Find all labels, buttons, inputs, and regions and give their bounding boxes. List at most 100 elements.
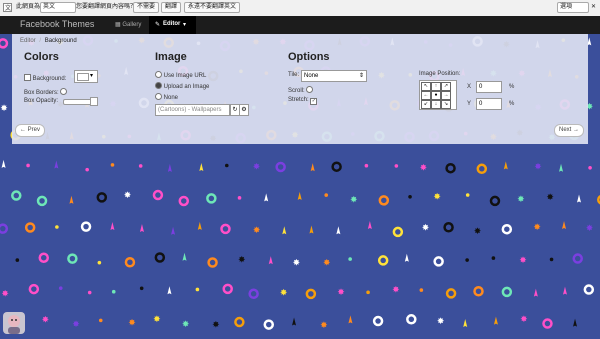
pattern-shape — [366, 290, 370, 295]
pattern-shape — [195, 287, 200, 292]
pattern-shape: ✸ — [253, 225, 261, 235]
pattern-shape: ✸ — [534, 161, 542, 171]
pattern-shape: ✸ — [437, 316, 445, 326]
brand-title[interactable]: Facebook Themes — [20, 19, 94, 29]
next-button[interactable]: Next → — [554, 124, 585, 137]
x-label: X — [467, 84, 472, 90]
pattern-shape — [348, 257, 352, 261]
pattern-shape: ✸ — [0, 103, 8, 113]
tile-select-value: None — [304, 73, 319, 79]
stretch-checkbox[interactable]: ✓ — [310, 98, 318, 105]
image-position-grid: ↖ ↑ ↗ ← ● → ↙ ↓ ↘ — [419, 80, 457, 110]
wallpaper-select[interactable]: (Cartoons) - Wallpapers — [155, 104, 230, 116]
scroll-label: Scroll: — [288, 88, 305, 94]
nav-gallery[interactable]: ▦ Gallery — [115, 21, 141, 28]
box-opacity-slider[interactable] — [63, 99, 93, 105]
box-opacity-label: Box Opacity: — [24, 98, 59, 104]
pattern-shape: ✸ — [337, 287, 345, 297]
pattern-shape — [26, 163, 30, 168]
nav-editor[interactable]: ✎ Editor ▾ — [149, 16, 196, 34]
select-arrows-icon: ⇕ — [358, 73, 364, 79]
y-input[interactable]: 0 — [476, 98, 502, 110]
image-url-option[interactable]: Use Image URL — [155, 71, 206, 79]
tile-label: Tile: — [288, 72, 300, 78]
pattern-shape: ✸ — [517, 194, 525, 204]
image-upload-radio[interactable] — [155, 82, 162, 89]
x-input[interactable]: 0 — [476, 81, 502, 93]
caret-down-icon: ▾ — [183, 22, 187, 28]
image-url-radio[interactable] — [155, 71, 162, 78]
pattern-shape: ✸ — [323, 258, 331, 268]
close-icon[interactable]: ✕ — [591, 3, 596, 12]
translate-button[interactable]: 翻譯 — [161, 2, 182, 13]
pos-right[interactable]: → — [441, 91, 451, 100]
image-none-option[interactable]: None — [155, 93, 178, 101]
pos-left[interactable]: ← — [421, 91, 431, 100]
pattern-shape: ✸ — [586, 223, 594, 233]
breadcrumb-root[interactable]: Editor — [20, 38, 36, 44]
options-select[interactable]: 選項 — [557, 2, 589, 13]
pattern-shape: ✸ — [128, 318, 136, 328]
image-upload-option[interactable]: Upload an Image — [155, 82, 209, 90]
stretch-label: Stretch: — [288, 97, 309, 103]
pattern-shape: ✸ — [238, 254, 246, 264]
prev-button[interactable]: ← Prev — [15, 124, 46, 137]
box-borders-row: Box Borders: — [24, 88, 68, 96]
box-borders-label: Box Borders: — [24, 90, 59, 96]
pos-bottom-left[interactable]: ↙ — [421, 100, 431, 109]
breadcrumb: Editor / Background — [20, 38, 77, 44]
pos-bottom-right[interactable]: ↘ — [441, 100, 451, 109]
pattern-shape — [111, 289, 116, 294]
y-input-value: 0 — [479, 101, 483, 107]
background-color-picker[interactable]: ▾ — [74, 70, 98, 83]
pos-top[interactable]: ↑ — [431, 82, 441, 91]
colors-title: Colors — [24, 51, 59, 63]
pattern-shape: ✸ — [280, 287, 288, 297]
tile-select[interactable]: None ⇕ — [301, 70, 367, 82]
pattern-shape — [491, 256, 496, 260]
breadcrumb-current: Background — [44, 38, 77, 44]
pattern-shape: ✸ — [182, 319, 190, 329]
no-translate-button[interactable]: 不需要 — [133, 2, 160, 13]
y-label: Y — [467, 101, 472, 107]
stretch-row: Stretch: ✓ — [288, 97, 318, 105]
pos-center[interactable]: ● — [431, 91, 441, 100]
scroll-toggle[interactable] — [306, 86, 314, 93]
pattern-shape — [85, 167, 89, 172]
translate-icon: 文 — [3, 3, 12, 12]
pattern-shape: ✸ — [253, 162, 261, 172]
settings-icon[interactable]: ⚙ — [239, 104, 249, 116]
opacity-slider-handle[interactable] — [90, 97, 98, 106]
avatar[interactable] — [3, 312, 25, 334]
pattern-shape — [139, 286, 144, 291]
pattern-shape — [224, 163, 229, 168]
pattern-shape: ✸ — [72, 319, 80, 329]
pattern-shape: ✸ — [533, 222, 541, 232]
y-unit: % — [509, 101, 515, 107]
nav-gallery-label: Gallery — [122, 22, 142, 28]
navbar: Facebook Themes ▦ Gallery ✎ Editor ▾ — [0, 16, 600, 34]
pattern-shape — [237, 196, 242, 200]
background-label: Background: — [32, 76, 67, 82]
never-translate-button[interactable]: 永遠不要翻譯英文 — [184, 2, 241, 13]
pos-top-right[interactable]: ↗ — [441, 82, 451, 91]
box-borders-toggle[interactable] — [60, 88, 68, 95]
pattern-shape — [364, 163, 369, 168]
background-checkbox[interactable] — [24, 74, 31, 81]
options-title: Options — [288, 51, 330, 63]
pattern-shape — [110, 163, 115, 167]
image-none-radio[interactable] — [155, 93, 162, 100]
pattern-shape: ✸ — [293, 258, 301, 268]
pattern-shape — [55, 225, 59, 229]
source-lang-select[interactable]: 英文 — [40, 2, 76, 13]
pattern-shape — [97, 260, 102, 265]
pos-top-left[interactable]: ↖ — [421, 82, 431, 91]
image-url-label: Use Image URL — [163, 73, 207, 79]
pattern-shape — [408, 194, 412, 199]
pattern-shape: ✸ — [433, 191, 441, 201]
x-unit: % — [509, 84, 515, 90]
svg-text:文: 文 — [5, 4, 11, 12]
pos-bottom[interactable]: ↓ — [431, 100, 441, 109]
pattern-shape: ✸ — [350, 195, 358, 205]
editor-panel: Editor / Background Colors Background: ▾… — [12, 34, 588, 144]
